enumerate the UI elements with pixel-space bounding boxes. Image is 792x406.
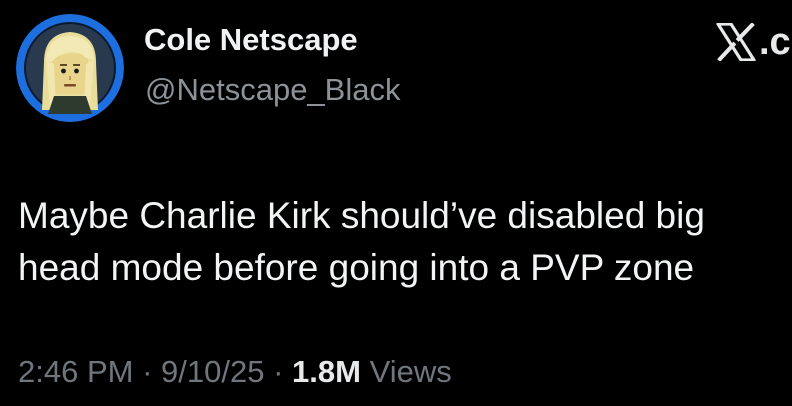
brand-watermark: .c [716, 20, 791, 64]
tweet-text: Maybe Charlie Kirk should’ve disabled bi… [18, 190, 792, 294]
avatar[interactable] [16, 14, 124, 122]
author-handle[interactable]: @Netscape_Black [145, 72, 400, 108]
author-display-name[interactable]: Cole Netscape [144, 22, 358, 58]
views-label: Views [369, 354, 452, 389]
tweet-text-line: Maybe Charlie Kirk should’ve disabled bi… [18, 195, 705, 236]
tweet-text-line: head mode before going into a PVP zone [18, 247, 695, 288]
tweet-date[interactable]: 9/10/25 [161, 354, 264, 389]
tweet-meta: 2:46 PM · 9/10/25 · 1.8M Views [18, 354, 452, 390]
x-logo-icon [716, 23, 756, 61]
meta-separator: · [273, 354, 284, 389]
lego-minifigure-avatar-icon [16, 14, 124, 122]
meta-separator: · [142, 354, 153, 389]
tweet-time[interactable]: 2:46 PM [18, 354, 133, 389]
brand-suffix: .c [759, 21, 791, 63]
views-count[interactable]: 1.8M [292, 354, 361, 389]
